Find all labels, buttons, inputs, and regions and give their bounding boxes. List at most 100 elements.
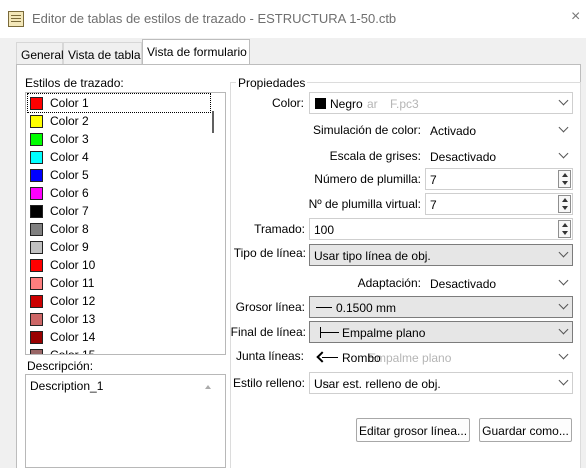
color-select[interactable]: Negro ar F.pc3 (309, 92, 573, 114)
chevron-down-icon (558, 148, 569, 159)
properties-label: Propiedades (236, 76, 308, 90)
adaptation-label: Adaptación: (357, 276, 421, 290)
adaptation-select[interactable]: Desactivado (425, 272, 573, 294)
lineweight-value: 0.1500 mm (336, 301, 397, 315)
list-item-label: Color 1 (50, 96, 89, 110)
color-swatch (30, 169, 43, 182)
chevron-down-icon (558, 247, 569, 258)
chevron-down-icon (558, 95, 569, 106)
tab-general[interactable]: General (16, 42, 64, 64)
list-item[interactable]: Color 12 (28, 292, 210, 310)
pen-number-field[interactable]: 7 (425, 168, 573, 190)
screening-label: Tramado: (254, 222, 305, 236)
fill-style-value: Usar est. relleno de obj. (314, 377, 441, 391)
screening-value: 100 (314, 223, 335, 237)
color-swatch (30, 313, 43, 326)
list-item[interactable]: Color 4 (28, 148, 210, 166)
screening-field[interactable]: 100 (309, 218, 573, 240)
save-as-button[interactable]: Guardar como... (479, 418, 572, 442)
linetype-select[interactable]: Usar tipo línea de obj. (309, 244, 573, 266)
chevron-down-icon (558, 275, 569, 286)
line-end-label: Final de línea: (230, 325, 306, 339)
chevron-down-icon (558, 375, 569, 386)
linetype-value: Usar tipo línea de obj. (314, 249, 431, 263)
list-item-label: Color 7 (50, 204, 89, 218)
chevron-down-icon (558, 349, 569, 360)
list-item[interactable]: Color 13 (28, 310, 210, 328)
description-field[interactable]: Description_1 (25, 374, 226, 468)
list-item[interactable]: Color 7 (28, 202, 210, 220)
list-item-label: Color 11 (50, 276, 95, 290)
color-swatch (30, 295, 43, 308)
color-swatch (30, 151, 43, 164)
list-item[interactable]: Color 10 (28, 256, 210, 274)
window-title: Editor de tablas de estilos de trazado -… (32, 11, 397, 26)
list-item-label: Color 8 (50, 222, 89, 236)
line-join-select[interactable]: Empalme plano Rombo (309, 346, 573, 368)
list-item-label: Color 5 (50, 168, 89, 182)
list-item-label: Color 14 (50, 330, 96, 344)
list-item[interactable]: Color 3 (28, 130, 210, 148)
chevron-down-icon (558, 324, 569, 335)
list-item[interactable]: Color 15 (28, 346, 210, 355)
lineweight-label: Grosor línea: (235, 300, 305, 314)
grayscale-select[interactable]: Desactivado (425, 145, 573, 167)
description-label: Descripción: (27, 359, 94, 373)
color-swatch (315, 98, 326, 109)
pen-number-stepper[interactable] (558, 170, 571, 188)
line-end-value: Empalme plano (342, 326, 426, 340)
color-simulation-value: Activado (430, 124, 477, 138)
list-item[interactable]: Color 8 (28, 220, 210, 238)
list-item-label: Color 10 (50, 258, 96, 272)
linetype-label: Tipo de línea: (233, 246, 306, 260)
list-item[interactable]: Color 6 (28, 184, 210, 202)
line-end-select[interactable]: Empalme plano (309, 321, 573, 343)
chevron-down-icon (558, 299, 569, 310)
color-simulation-select[interactable]: Activado (425, 119, 573, 141)
adaptation-value: Desactivado (430, 277, 497, 291)
list-item[interactable]: Color 11 (28, 274, 210, 292)
virtual-pen-value: 7 (430, 198, 437, 212)
lineweight-select[interactable]: 0.1500 mm (309, 296, 573, 318)
virtual-pen-label: Nº de plumilla virtual: (308, 197, 421, 211)
tab-form-view[interactable]: Vista de formulario (142, 39, 250, 64)
virtual-pen-stepper[interactable] (558, 195, 571, 213)
list-item-label: Color 13 (50, 312, 96, 326)
list-item[interactable]: Color 14 (28, 328, 210, 346)
list-item-label: Color 6 (50, 186, 89, 200)
virtual-pen-field[interactable]: 7 (425, 193, 573, 215)
tab-table-view[interactable]: Vista de tabla (63, 42, 142, 64)
scroll-up-icon[interactable] (205, 385, 211, 389)
color-swatch (30, 115, 43, 128)
list-item-label: Color 9 (50, 240, 89, 254)
color-swatch (30, 259, 43, 272)
plot-styles-list[interactable]: Color 1 Color 2 Color 3 Color 4 Color 5 Color… (25, 92, 226, 355)
plot-style-table-icon (8, 11, 24, 27)
color-swatch (30, 97, 43, 110)
chevron-down-icon (558, 122, 569, 133)
list-item-label: Color 3 (50, 132, 89, 146)
list-item-label: Color 15 (50, 348, 96, 355)
list-item[interactable]: Color 5 (28, 166, 210, 184)
color-swatch (30, 331, 43, 344)
list-item[interactable]: Color 9 (28, 238, 210, 256)
color-overlay-text: ar (367, 97, 378, 111)
list-item-label: Color 2 (50, 114, 89, 128)
list-scrollbar-thumb[interactable] (212, 111, 214, 133)
color-swatch (30, 205, 43, 218)
line-end-line-icon (321, 332, 339, 333)
description-text: Description_1 (30, 379, 104, 393)
line-join-value: Rombo (342, 351, 381, 365)
list-item-label: Color 4 (50, 150, 89, 164)
list-item[interactable]: Color 2 (28, 112, 210, 130)
close-icon[interactable]: × (571, 8, 580, 26)
list-item-label: Color 12 (50, 294, 96, 308)
grayscale-value: Desactivado (430, 150, 497, 164)
list-item[interactable]: Color 1 (27, 93, 211, 113)
screening-stepper[interactable] (558, 220, 571, 238)
edit-lineweights-button[interactable]: Editar grosor línea... (356, 418, 470, 442)
fill-style-select[interactable]: Un Usar est. relleno de obj. (309, 372, 573, 394)
color-extra-text: F.pc3 (390, 97, 419, 111)
fill-style-label: Estilo relleno: (232, 376, 305, 390)
line-join-line-icon (322, 357, 338, 358)
